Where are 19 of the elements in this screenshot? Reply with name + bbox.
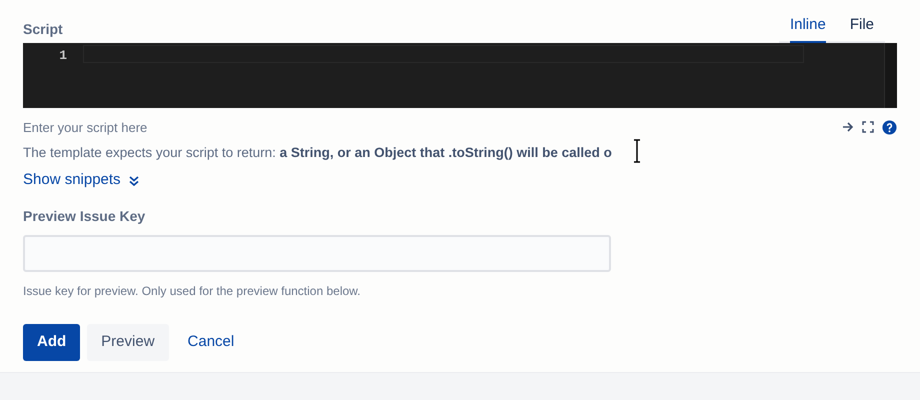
show-snippets-link[interactable]: Show snippets bbox=[23, 169, 139, 192]
code-editor[interactable]: 1 bbox=[23, 42, 897, 108]
field-label: Preview Issue Key bbox=[23, 206, 146, 226]
cancel-link[interactable]: Cancel bbox=[176, 324, 246, 361]
helper-text: Enter your script here bbox=[23, 118, 148, 137]
text-cursor-icon bbox=[633, 139, 641, 163]
input-field[interactable] bbox=[23, 234, 611, 272]
arrow-icon[interactable] bbox=[842, 121, 854, 134]
fullscreen-icon[interactable] bbox=[862, 121, 874, 134]
scrollbar[interactable] bbox=[884, 42, 897, 108]
help-icon[interactable] bbox=[882, 120, 897, 135]
helper-text: Issue key for preview. Only used for the preview function below. bbox=[23, 282, 362, 300]
preview-button[interactable]: Preview bbox=[87, 324, 169, 361]
template-note: The template expects your script to return: a String, or an Object that .toString() will be called o bbox=[23, 144, 612, 162]
primary-button[interactable]: Add bbox=[23, 324, 80, 361]
tab[interactable]: File bbox=[850, 14, 874, 40]
field-label: Script bbox=[23, 20, 63, 39]
line-number: 1 bbox=[59, 46, 67, 64]
chevron-down-icon bbox=[128, 176, 139, 186]
